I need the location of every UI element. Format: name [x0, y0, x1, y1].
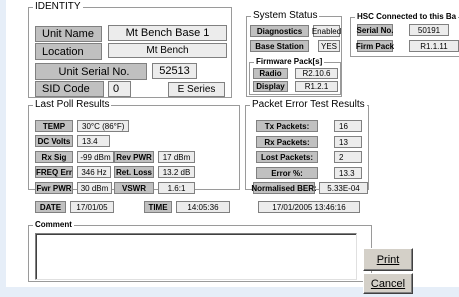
rx-sig-value: -99 dBm	[77, 151, 114, 163]
date-label: DATE	[35, 201, 66, 213]
comment-title: Comment	[35, 220, 72, 229]
rx-sig-label: Rx Sig	[35, 151, 73, 163]
diagnostics-label: Diagnostics	[250, 25, 309, 37]
dc-volts-value: 13.4	[77, 135, 110, 147]
freq-err-label: FREQ Err	[35, 166, 73, 178]
system-status-title: System Status	[253, 10, 318, 21]
hsc-firm-label: Firm Pack	[355, 40, 395, 52]
error-percent-label: Error %:	[256, 167, 318, 179]
tx-packets-label: Tx Packets:	[256, 120, 318, 132]
radio-value: R2.10.6	[295, 68, 338, 79]
freq-err-value: 346 Hz	[77, 166, 111, 178]
unit-serial-value: 52513	[152, 63, 197, 79]
error-percent-value: 13.3	[334, 167, 362, 179]
last-poll-title: Last Poll Results	[35, 99, 110, 110]
comment-input[interactable]	[35, 233, 357, 280]
series-value: E Series	[168, 82, 225, 97]
window-left-edge	[0, 0, 6, 297]
display-label: Display	[253, 81, 288, 92]
unit-serial-label: Unit Serial No.	[35, 63, 147, 80]
location-value: Mt Bench	[108, 43, 227, 58]
hsc-serial-value: 50191	[409, 24, 449, 36]
radio-label: Radio	[253, 68, 288, 79]
cancel-button[interactable]: Cancel	[363, 273, 413, 294]
date-value: 17/01/05	[70, 201, 114, 213]
unit-name-value: Mt Bench Base 1	[108, 25, 227, 41]
dc-volts-label: DC Volts	[35, 135, 73, 147]
tx-packets-value: 16	[334, 120, 362, 132]
diagnostics-value: Enabled	[311, 25, 342, 37]
unit-name-label: Unit Name	[35, 26, 102, 42]
lost-packets-value: 2	[334, 151, 362, 163]
rev-pwr-value: 17 dBm	[158, 151, 195, 163]
display-value: R1.2.1	[295, 81, 338, 92]
firmware-title: Firmware Pack[s]	[256, 57, 323, 66]
rx-packets-value: 13	[334, 136, 362, 148]
normalised-ber-value: 5.33E-04	[319, 182, 368, 194]
location-label: Location	[35, 43, 102, 60]
ret-loss-label: Ret. Loss	[114, 166, 154, 178]
time-label: TIME	[144, 201, 172, 213]
packet-test-timestamp: 17/01/2005 13:46:16	[258, 201, 360, 213]
normalised-ber-label: Normalised BER:	[251, 182, 317, 194]
temp-value: 30°C (86°F)	[77, 120, 129, 132]
hsc-title: HSC Connected to this Ba	[357, 12, 457, 21]
print-button[interactable]: Print	[363, 248, 413, 271]
vswr-label: VSWR	[114, 182, 154, 194]
base-station-value: YES	[318, 40, 340, 52]
sid-code-label: SID Code	[35, 81, 104, 97]
hsc-firm-value: R1.1.11	[409, 40, 459, 52]
hsc-serial-label: Serial No.	[356, 24, 394, 36]
fwd-pwr-label: Fwr PWR	[35, 182, 73, 194]
base-station-label: Base Station	[250, 40, 309, 52]
lost-packets-label: Lost Packets:	[256, 151, 318, 163]
packet-error-title: Packet Error Test Results	[252, 99, 365, 110]
time-value: 14:05:36	[176, 201, 230, 213]
sid-code-value: 0	[108, 81, 131, 97]
ret-loss-value: 13.2 dB	[158, 166, 195, 178]
rx-packets-label: Rx Packets:	[256, 136, 318, 148]
vswr-value: 1.6:1	[158, 182, 195, 194]
fwd-pwr-value: 30 dBm	[77, 182, 112, 194]
identity-title: IDENTITY	[35, 1, 81, 12]
rev-pwr-label: Rev PWR	[114, 151, 154, 163]
temp-label: TEMP	[35, 120, 73, 132]
